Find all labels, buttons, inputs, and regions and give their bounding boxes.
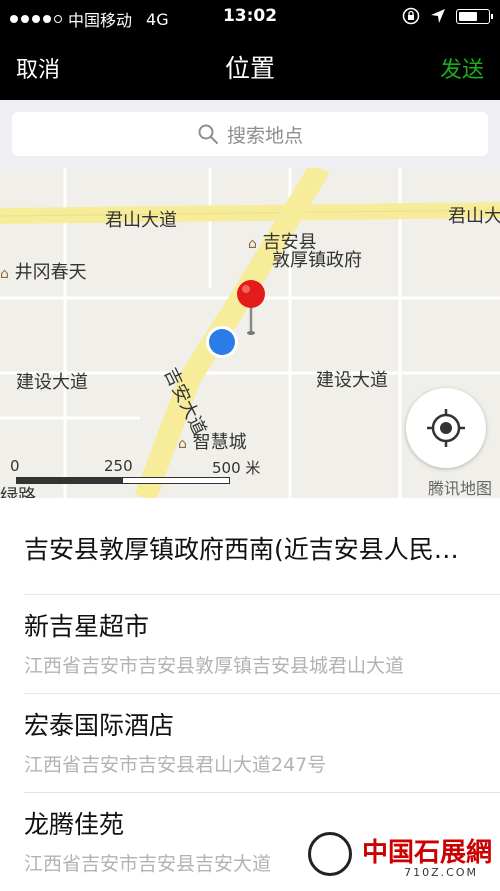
scale-tick-500: 500 米 (212, 459, 261, 477)
location-arrow-icon (431, 9, 445, 23)
poi-label-zhihui: 智慧城 (192, 432, 247, 453)
poi-label-dunhou: 敦厚镇政府 (272, 250, 362, 271)
navigation-bar: 取消 位置 发送 (0, 34, 500, 100)
poi-jinggang: ⌂ 井冈春天 (0, 258, 87, 284)
list-item[interactable]: 宏泰国际酒店 江西省吉安市吉安县君山大道247号 (24, 694, 500, 793)
result-name: 吉安县敦厚镇政府西南(近吉安县人民政府) (24, 535, 464, 564)
current-location-dot (206, 326, 238, 358)
road-label-jianshe-2: 建设大道 (316, 370, 388, 391)
home-icon: ⌂ (0, 266, 9, 282)
building-icon: ⌂ (248, 236, 257, 252)
home-icon: ⌂ (178, 436, 187, 452)
watermark-url: 710Z.COM (404, 866, 478, 879)
scale-tick-250: 250 (104, 457, 133, 475)
road-label-lu: 绿路 (0, 486, 36, 498)
status-bar: 中国移动 4G 13:02 (0, 0, 500, 34)
locate-me-button[interactable] (406, 388, 486, 468)
send-button[interactable]: 发送 (440, 52, 484, 84)
result-name: 宏泰国际酒店 (24, 711, 175, 740)
scale-tick-0: 0 (10, 457, 20, 475)
result-address: 江西省吉安市吉安县敦厚镇吉安县城君山大道 (24, 655, 405, 677)
result-address: 江西省吉安市吉安县吉安大道 (24, 853, 272, 875)
road-label-junshan-1: 君山大道 (105, 210, 177, 231)
map-provider: 腾讯地图 (427, 479, 492, 498)
road-label-junshan-2: 君山大 (448, 206, 500, 227)
watermark-logo-icon (308, 832, 352, 876)
list-item[interactable]: 吉安县敦厚镇政府西南(近吉安县人民政府) (24, 498, 500, 595)
list-item[interactable]: 新吉星超市 江西省吉安市吉安县敦厚镇吉安县城君山大道 (24, 595, 500, 694)
search-area: 搜索地点 (0, 100, 500, 168)
road-label-jianshe-1: 建设大道 (16, 372, 88, 393)
result-name: 新吉星超市 (24, 612, 150, 641)
status-right (402, 7, 493, 25)
scale-bar (16, 477, 230, 484)
orientation-lock-icon (402, 7, 420, 25)
crosshair-icon (427, 409, 465, 447)
result-address: 江西省吉安市吉安县君山大道247号 (24, 754, 327, 776)
map-view[interactable]: 君山大道 君山大 吉安大道 建设大道 建设大道 绿路 ⌂ 吉安县 敦厚镇政府 ⌂… (0, 168, 500, 498)
search-icon (198, 124, 218, 144)
location-results-list: 吉安县敦厚镇政府西南(近吉安县人民政府) 新吉星超市 江西省吉安市吉安县敦厚镇吉… (0, 498, 500, 888)
search-input[interactable]: 搜索地点 (12, 112, 488, 156)
search-placeholder: 搜索地点 (226, 124, 303, 147)
poi-label-jinggang: 井冈春天 (14, 262, 87, 283)
poi-zhihui: ⌂ 智慧城 (178, 428, 247, 454)
page-title: 位置 (224, 54, 275, 83)
battery-icon (456, 8, 493, 24)
watermark-brand: 中国石展網 (361, 838, 492, 868)
